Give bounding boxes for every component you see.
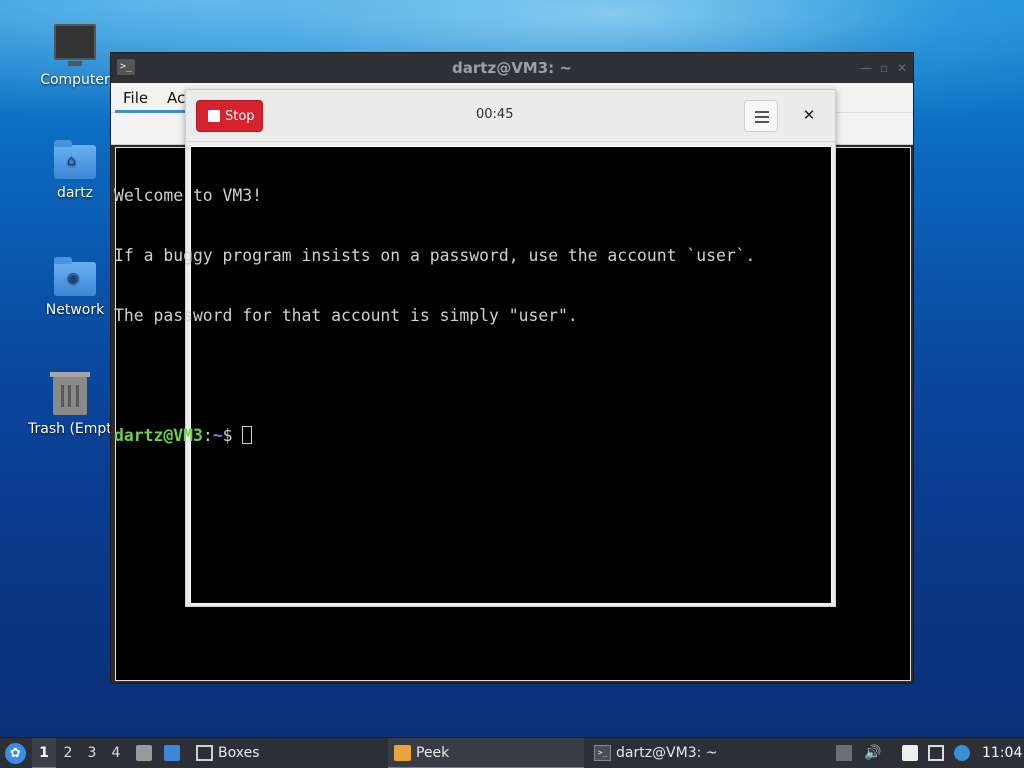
terminal-line: If a buggy program insists on a password… [114, 246, 756, 265]
prompt-path: ~ [212, 426, 223, 445]
terminal-prompt[interactable]: dartz@VM3:~$ [114, 426, 755, 446]
desktop-icon-label: Trash (Empt [28, 421, 112, 437]
network-folder-icon: ◉ [54, 257, 96, 296]
network-icon[interactable] [928, 745, 944, 761]
terminal-icon: >_ [594, 745, 611, 761]
terminal-output: Welcome to VM3! If a buggy program insis… [114, 146, 755, 466]
task-label: Peek [416, 745, 450, 761]
task-label: dartz@VM3: ~ [616, 745, 718, 761]
menu-file[interactable]: File [123, 89, 148, 107]
file-manager-icon [136, 745, 152, 761]
desktop-icon-trash[interactable]: Trash (Empt [20, 372, 120, 437]
task-label: Boxes [218, 745, 260, 761]
prompt-user: dartz@VM3 [114, 426, 203, 445]
clipboard-icon[interactable] [902, 745, 918, 761]
peek-icon [394, 745, 411, 761]
notification-icon[interactable] [954, 745, 970, 761]
show-desktop-icon [164, 745, 180, 761]
task-boxes[interactable]: Boxes [190, 738, 270, 768]
workspace-3[interactable]: 3 [80, 738, 104, 768]
volume-icon[interactable]: 🔊 [864, 745, 881, 761]
stop-button[interactable]: Stop [196, 100, 263, 132]
prompt-sep: : [202, 426, 213, 445]
close-icon[interactable]: ✕ [895, 61, 909, 75]
terminal-line: Welcome to VM3! [114, 186, 263, 205]
terminal-line: The password for that account is simply … [114, 306, 578, 325]
boxes-icon [196, 745, 213, 761]
show-desktop-launcher[interactable] [162, 738, 182, 768]
workspace-2[interactable]: 2 [56, 738, 80, 768]
computer-icon [54, 24, 96, 66]
clock[interactable]: 11:04 [982, 738, 1022, 768]
trash-icon [50, 372, 90, 415]
task-peek[interactable]: Peek [388, 738, 584, 768]
minimize-icon[interactable]: — [859, 61, 873, 75]
menu-underline [115, 110, 191, 113]
start-menu-icon[interactable]: ✿ [5, 743, 26, 764]
recording-timer: 00:45 [476, 107, 514, 122]
stop-label: Stop [225, 109, 255, 124]
terminal-titlebar[interactable]: >_ dartz@VM3: ~ — ▫ ✕ [111, 53, 913, 83]
home-folder-icon: ⌂ [54, 140, 96, 179]
peek-headerbar: Stop 00:45 ✕ [186, 90, 835, 142]
close-icon[interactable]: ✕ [798, 104, 820, 126]
stop-icon [208, 110, 220, 122]
tray-up-arrow-icon[interactable] [836, 745, 852, 761]
text-cursor [242, 426, 253, 444]
task-terminal[interactable]: >_ dartz@VM3: ~ [588, 738, 784, 768]
workspace-1[interactable]: 1 [32, 738, 56, 768]
maximize-icon[interactable]: ▫ [877, 61, 891, 75]
prompt-symbol: $ [222, 426, 243, 445]
taskbar: ✿ 1 2 3 4 Boxes Peek >_ dartz@VM3: ~ 🔊 1… [0, 737, 1024, 768]
workspace-4[interactable]: 4 [104, 738, 128, 768]
hamburger-menu-icon[interactable] [744, 100, 778, 132]
window-title: dartz@VM3: ~ [452, 59, 572, 77]
menu-actions[interactable]: Ac [167, 89, 185, 107]
file-manager-launcher[interactable] [134, 738, 154, 768]
